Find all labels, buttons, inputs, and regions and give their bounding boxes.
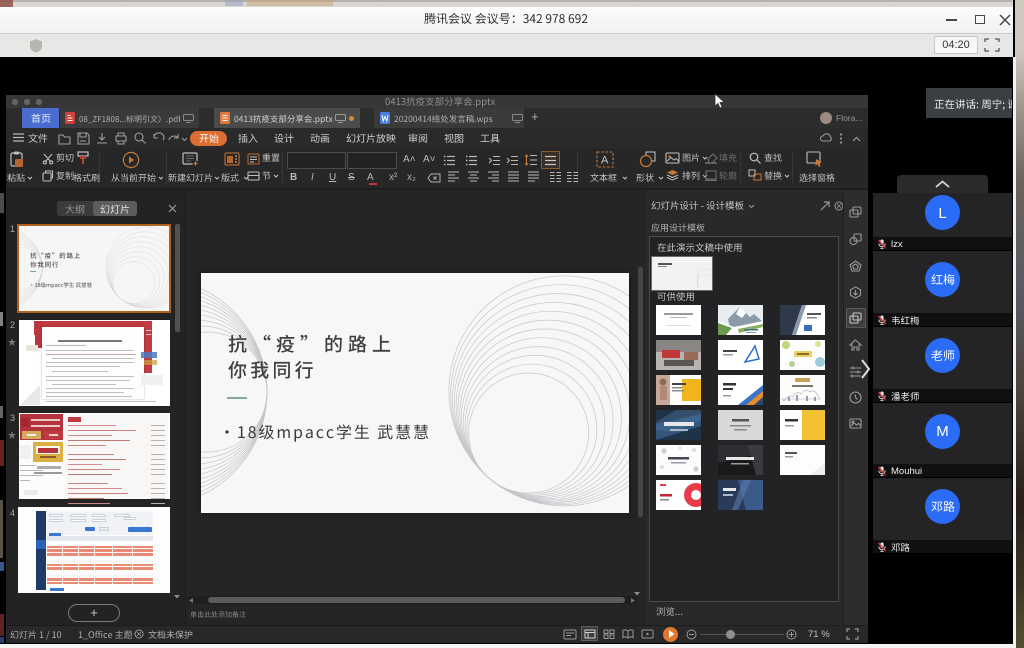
svg-text:A: A [601, 155, 609, 167]
